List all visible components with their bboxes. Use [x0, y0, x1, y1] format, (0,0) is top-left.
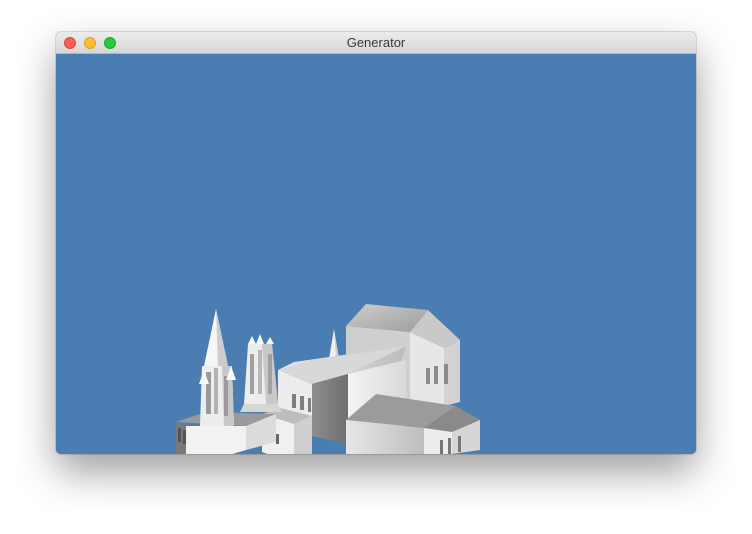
- cathedral-model: [176, 304, 480, 454]
- title-bar[interactable]: Generator: [56, 32, 696, 54]
- transept-front: [346, 394, 480, 454]
- west-towers: [176, 309, 282, 454]
- app-window: Generator: [56, 32, 696, 454]
- 3d-viewport[interactable]: [56, 54, 696, 454]
- window-title: Generator: [346, 35, 406, 50]
- central-spire: [329, 329, 339, 359]
